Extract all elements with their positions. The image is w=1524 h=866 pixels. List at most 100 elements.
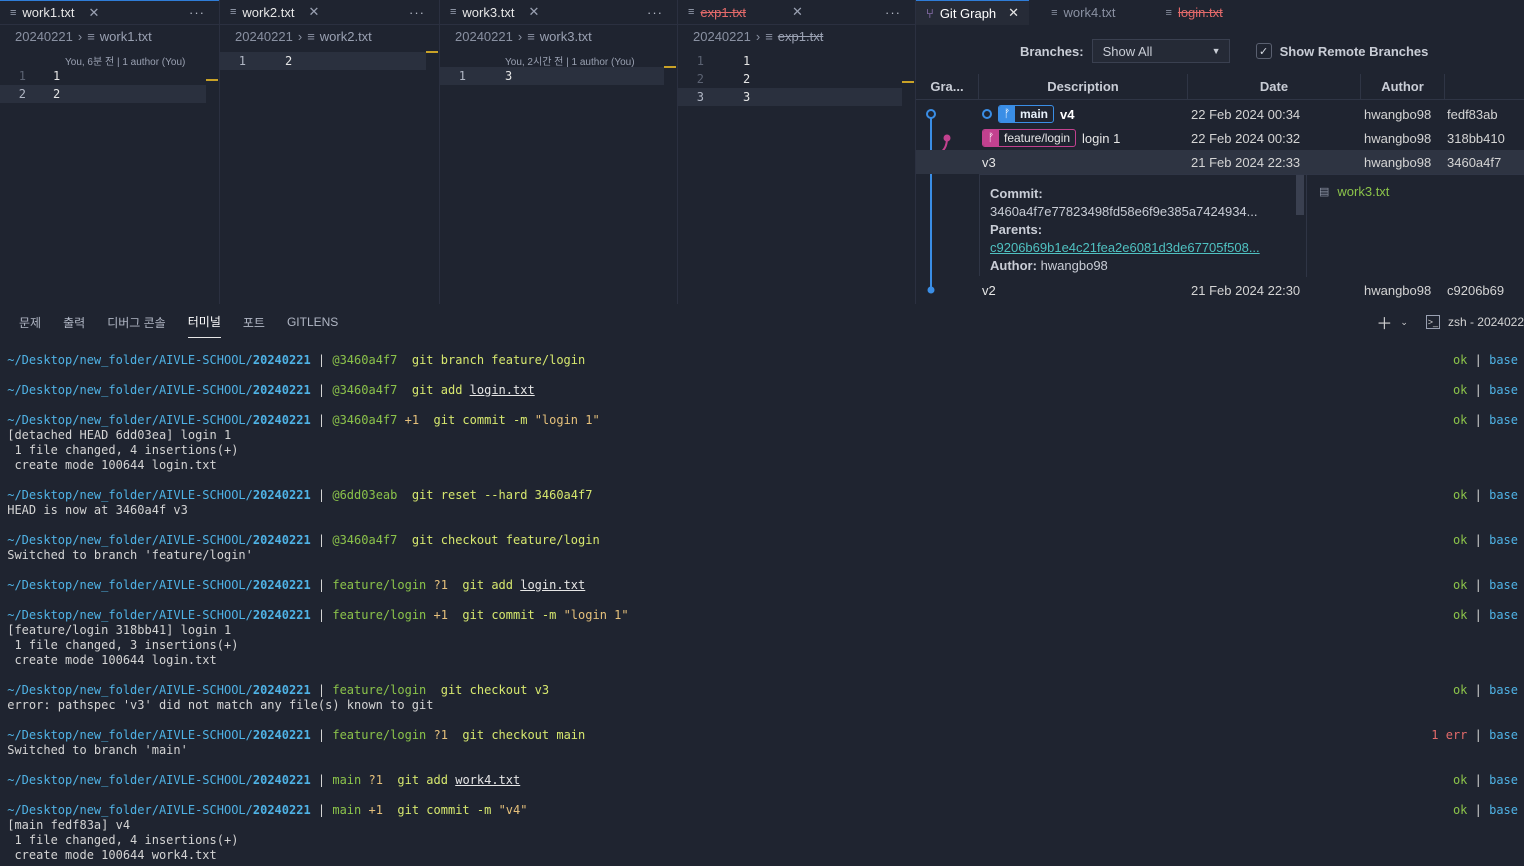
chevron-right-icon: › (297, 28, 303, 44)
close-icon[interactable]: ✕ (1008, 5, 1019, 21)
breadcrumb-file[interactable]: work2.txt (320, 29, 372, 44)
code-line[interactable]: 3 (743, 90, 750, 104)
code-line[interactable]: 3 (505, 69, 512, 83)
tab-work2[interactable]: ≡ work2.txt ✕ ··· (220, 0, 439, 25)
file-lines-icon: ≡ (230, 6, 237, 18)
tab-output[interactable]: 출력 (63, 306, 85, 338)
code-line[interactable]: 1 (743, 54, 750, 68)
close-icon[interactable]: ✕ (308, 4, 319, 20)
more-actions-icon[interactable]: ··· (647, 5, 663, 20)
git-graph-tabbar: ⑂ Git Graph ✕ ≡ work4.txt ≡ login.txt (916, 0, 1524, 25)
git-graph-icon: ⑂ (926, 5, 934, 21)
code-line[interactable]: 2 (743, 72, 750, 86)
tab-ports[interactable]: 포트 (243, 306, 265, 338)
plus-icon[interactable]: ＋ (1376, 310, 1392, 334)
tab-work4[interactable]: ≡ work4.txt (1041, 0, 1125, 25)
commit-description: ᚠ feature/login login 1 (982, 129, 1120, 147)
breadcrumb-folder[interactable]: 20240221 (15, 29, 73, 44)
prompt-separator: | (310, 577, 333, 592)
commit-row[interactable]: ᚠ main v4 22 Feb 2024 00:34 hwangbo98 fed… (916, 102, 1524, 126)
column-date[interactable]: Date (1188, 73, 1361, 100)
editor-pane-2: ≡ work2.txt ✕ ··· 20240221 › ≡ work2.txt… (220, 0, 440, 304)
prompt-dir: 20240221 (252, 772, 311, 787)
commit-row[interactable]: ᚠ feature/login login 1 22 Feb 2024 00:32… (916, 126, 1524, 150)
conda-env: base (1489, 382, 1518, 397)
output-line: 1 file changed, 4 insertions(+) (0, 832, 1524, 847)
more-actions-icon[interactable]: ··· (885, 5, 901, 20)
prompt-git-context: @3460a4f7 (332, 382, 398, 397)
command-string-arg: "login 1" (534, 412, 600, 427)
blame-annotation[interactable]: You, 2시간 전 | 1 author (You) (505, 53, 635, 68)
commit-full-hash[interactable]: 3460a4f7e77823498fd58e6f9e385a7424934... (990, 203, 1290, 221)
prompt-line: ~/Desktop/new_folder/AIVLE-SCHOOL/202402… (0, 412, 1524, 427)
branch-badge-main[interactable]: ᚠ main (998, 105, 1055, 123)
commit-row-selected[interactable]: v3 21 Feb 2024 22:33 hwangbo98 3460a4f7 (916, 150, 1524, 174)
branch-badge-feature-login[interactable]: ᚠ feature/login (982, 129, 1077, 147)
tab-debug-console[interactable]: 디버그 콘솔 (107, 306, 166, 338)
line-number: 1 (238, 54, 246, 68)
chevron-down-icon[interactable]: ⌄ (1400, 317, 1408, 328)
changed-file-item[interactable]: ▤ work3.txt (1319, 184, 1389, 199)
command-text: git add (447, 577, 513, 592)
column-author[interactable]: Author (1361, 73, 1445, 100)
show-remote-checkbox[interactable]: ✓ (1255, 43, 1272, 59)
tab-gitlens[interactable]: GITLENS (287, 306, 338, 338)
show-remote-label[interactable]: Show Remote Branches (1280, 44, 1429, 59)
tab-label: login.txt (1177, 5, 1223, 20)
commit-row[interactable]: v2 21 Feb 2024 22:30 hwangbo98 c9206b69 (916, 278, 1524, 302)
terminal-output[interactable]: ~/Desktop/new_folder/AIVLE-SCHOOL/202402… (0, 344, 1524, 866)
close-icon[interactable]: ✕ (792, 4, 803, 20)
prompt-line: ~/Desktop/new_folder/AIVLE-SCHOOL/202402… (0, 772, 1524, 787)
prompt-separator: | (310, 802, 333, 817)
more-actions-icon[interactable]: ··· (189, 5, 205, 20)
code-view[interactable]: 1 1 2 2 (0, 67, 219, 103)
code-view[interactable]: 12 (220, 52, 439, 70)
column-graph[interactable]: Gra... (916, 73, 979, 100)
code-line[interactable]: 2 (53, 87, 60, 101)
breadcrumb-folder[interactable]: 20240221 (455, 29, 513, 44)
change-marker (664, 66, 676, 68)
change-marker (206, 79, 218, 81)
breadcrumb-folder[interactable]: 20240221 (693, 29, 751, 44)
breadcrumb-file[interactable]: exp1.txt (778, 29, 824, 44)
prompt-dir: 20240221 (252, 607, 311, 622)
tab-login[interactable]: ≡ login.txt (1156, 0, 1233, 25)
code-line[interactable]: 1 (53, 69, 60, 83)
status-separator: | (1467, 532, 1490, 547)
prompt-dir: 20240221 (252, 727, 311, 742)
prompt-git-context: feature/login (332, 607, 427, 622)
code-line[interactable]: 2 (285, 54, 292, 68)
tab-work3[interactable]: ≡ work3.txt ✕ ··· (440, 0, 677, 25)
exit-status: ok (1452, 607, 1468, 622)
code-view[interactable]: 1 1 2 2 3 3 (678, 52, 915, 106)
code-view[interactable]: 13 (440, 67, 677, 85)
output-text: [main fedf83a] v4 (0, 817, 131, 832)
commit-date: 21 Feb 2024 22:33 (1191, 154, 1301, 170)
column-description[interactable]: Description (979, 73, 1188, 100)
author-value: hwangbo98 (1040, 258, 1108, 273)
prompt-line: ~/Desktop/new_folder/AIVLE-SCHOOL/202402… (0, 577, 1524, 592)
file-lines-icon: ≡ (1165, 6, 1172, 19)
prompt-right-status: ok | base (1453, 578, 1518, 592)
details-scrollbar[interactable] (1296, 175, 1304, 215)
close-icon[interactable]: ✕ (88, 5, 99, 21)
parent-hash-link[interactable]: c9206b69b1e4c21fea2e6081d3de67705f508... (990, 239, 1290, 257)
branches-dropdown[interactable]: Show All ▼ (1091, 39, 1230, 63)
tab-terminal[interactable]: 터미널 (187, 306, 221, 338)
line-number: 3 (696, 90, 704, 104)
exit-status: ok (1452, 772, 1468, 787)
breadcrumb-file[interactable]: work3.txt (540, 29, 592, 44)
output-line: create mode 100644 login.txt (0, 652, 1524, 667)
tab-problems[interactable]: 문제 (19, 306, 41, 338)
tab-exp1[interactable]: ≡ exp1.txt ✕ ··· (678, 0, 915, 25)
breadcrumb-file[interactable]: work1.txt (100, 29, 152, 44)
terminal-name[interactable]: zsh - 2024022 (1448, 315, 1524, 329)
output-line: error: pathspec 'v3' did not match any f… (0, 697, 1524, 712)
more-actions-icon[interactable]: ··· (409, 5, 425, 20)
tab-git-graph[interactable]: ⑂ Git Graph ✕ (916, 0, 1030, 25)
close-icon[interactable]: ✕ (528, 4, 539, 20)
blame-annotation[interactable]: You, 6분 전 | 1 author (You) (65, 53, 185, 68)
terminal-actions: ＋ ⌄ >_ zsh - 2024022 (1376, 306, 1524, 338)
breadcrumb-folder[interactable]: 20240221 (235, 29, 293, 44)
tab-work1[interactable]: ≡ work1.txt ✕ ··· (0, 0, 219, 25)
